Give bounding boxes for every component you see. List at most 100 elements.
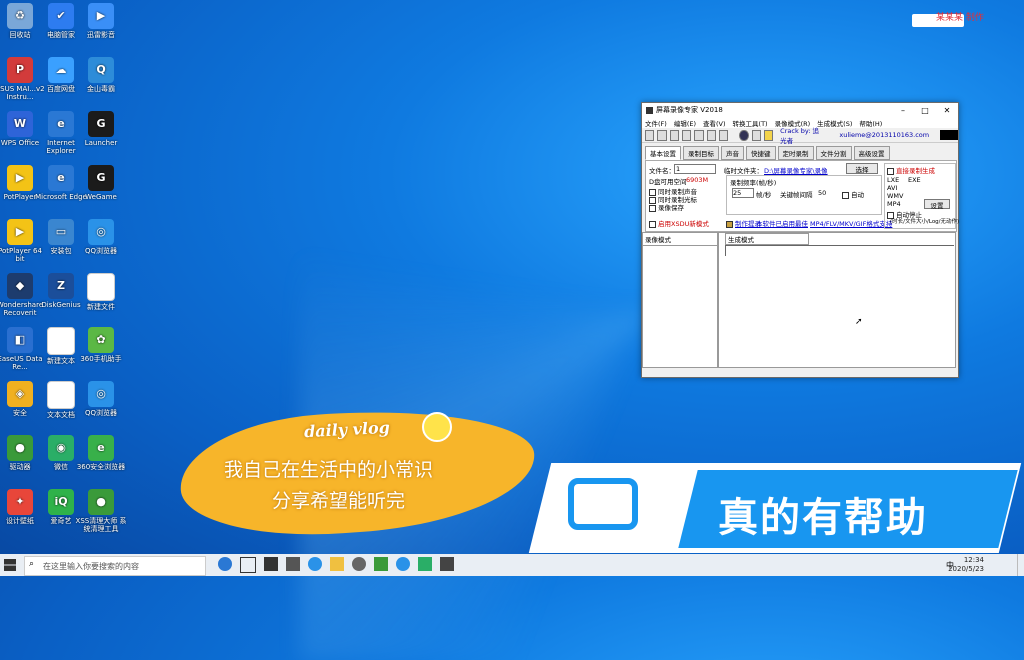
desktop-app-icon: Q	[88, 57, 114, 83]
desktop-app-icon: ●	[88, 489, 114, 515]
recorder-taskbar-icon[interactable]	[440, 557, 454, 571]
select-button[interactable]: 选择	[846, 163, 878, 174]
check-save[interactable]: 录像保存	[649, 202, 684, 212]
new-icon[interactable]	[645, 129, 655, 141]
show-desktop-button[interactable]	[1017, 554, 1024, 576]
menu-edit[interactable]: 编辑(E)	[674, 118, 696, 128]
radio-wmv[interactable]: WMV	[887, 192, 903, 200]
desktop-app-icon: ☁	[48, 57, 74, 83]
crack-label: Crack by: 追光者	[780, 127, 820, 145]
store-icon[interactable]	[264, 557, 278, 571]
desktop-app-icon: ◉	[48, 435, 74, 461]
taskbar-search[interactable]: ⌕ 在这里输入你要搜索的内容	[24, 556, 206, 576]
desktop-icon[interactable]: G Launcher	[75, 111, 127, 147]
format-link[interactable]: MP4/FLV/MKV/GIF格式支持	[810, 218, 892, 228]
tab-split[interactable]: 文件分割	[815, 146, 852, 160]
search-placeholder: 在这里输入你要搜索的内容	[43, 562, 139, 571]
title-bar[interactable]: 屏幕录像专家 V2018 – □ ✕	[642, 103, 958, 117]
folder-icon[interactable]	[706, 129, 716, 141]
wechat-taskbar-icon[interactable]	[418, 557, 432, 571]
generate-list[interactable]: 生成模式 ➚	[718, 232, 956, 368]
open-icon[interactable]	[657, 129, 667, 141]
desktop-app-icon: ✦	[7, 489, 33, 515]
edit-icon[interactable]	[718, 129, 729, 141]
lemon-icon	[422, 412, 452, 442]
desktop-icon[interactable]: Q 金山毒霸	[75, 57, 127, 93]
radio-exe[interactable]: EXE	[908, 176, 921, 184]
desktop-icon[interactable]: ● XSS清理大师 系统清理工具	[75, 489, 127, 533]
tmp-folder-label: 临时文件夹：	[724, 167, 763, 175]
desktop-app-icon: ◎	[88, 219, 114, 245]
desktop-app-icon: Z	[48, 273, 74, 299]
record-list[interactable]: 录像模式	[642, 232, 718, 368]
desktop-icon[interactable]: ◎ QQ浏览器	[75, 219, 127, 255]
clock[interactable]: 12:34 2020/5/23	[948, 556, 984, 574]
desktop-icon[interactable]: e 360安全浏览器	[75, 435, 127, 471]
desktop-icon-label: 360手机助手	[80, 355, 122, 363]
start-button[interactable]	[4, 559, 16, 571]
clock-date: 2020/5/23	[948, 565, 984, 573]
menu-generate-mode[interactable]: 生成模式(S)	[817, 118, 852, 128]
desktop-icon[interactable]: ✿ 360手机助手	[75, 327, 127, 363]
tmp-folder-value[interactable]: D:\屏幕录像专家\录像	[764, 165, 828, 175]
settings-taskbar-icon[interactable]	[352, 557, 366, 571]
desktop-icon[interactable]: ◎ QQ浏览器	[75, 381, 127, 417]
radio-lxe[interactable]: LXE	[887, 176, 899, 184]
desktop-app-icon: ◧	[7, 327, 33, 353]
bilibili-tv-icon	[568, 478, 638, 530]
minimize-button[interactable]: –	[892, 106, 914, 115]
desktop-icon[interactable]: 新建文件	[75, 273, 127, 311]
record-icon[interactable]	[681, 129, 692, 141]
frame-input[interactable]: 25	[732, 188, 754, 198]
menu-help[interactable]: 帮助(H)	[859, 118, 882, 128]
window-title: 屏幕录像专家 V2018	[656, 106, 723, 114]
frame-value: 25	[733, 189, 742, 197]
check-auto[interactable]: 自动	[842, 189, 864, 199]
check-new-mode[interactable]: 启用XSDU新模式	[649, 218, 709, 228]
menu-tools[interactable]: 转换工具(T)	[733, 118, 768, 128]
check-direct-record[interactable]: 直接录制生成	[887, 165, 935, 175]
desktop-app-icon: ▭	[48, 219, 74, 245]
frame-label: 录制频率(帧/秒)	[730, 179, 777, 187]
maximize-button[interactable]: □	[914, 106, 936, 115]
tab-basic[interactable]: 基本设置	[645, 146, 681, 160]
desktop-app-icon: ◆	[7, 273, 33, 299]
radio-avi[interactable]: AVI	[887, 184, 897, 192]
desktop-icon[interactable]: G WeGame	[75, 165, 127, 201]
desktop-icon[interactable]: ▶ 迅雷影音	[75, 3, 127, 39]
stop-icon[interactable]	[694, 129, 704, 141]
mail-icon[interactable]	[286, 557, 300, 571]
tab-target[interactable]: 录制目标	[683, 146, 719, 160]
taskbar: ⌕ 在这里输入你要搜索的内容 中 12:34 2020/5/23	[0, 554, 1024, 576]
360-icon[interactable]	[374, 557, 388, 571]
tab-advanced[interactable]: 高级设置	[853, 146, 890, 160]
filename-input[interactable]: 1	[674, 164, 716, 174]
tab-timer[interactable]: 定时录制	[777, 146, 814, 160]
settings-button[interactable]: 设置	[924, 199, 950, 210]
desktop-icon-label: 新建文件	[87, 303, 115, 311]
explorer-icon[interactable]	[330, 557, 344, 571]
task-view-icon[interactable]	[240, 557, 256, 573]
qq-browser-icon[interactable]	[396, 557, 410, 571]
desktop-app-icon: ●	[7, 435, 33, 461]
close-button[interactable]: ✕	[936, 106, 958, 115]
watermark-text: 某某某 制作	[936, 13, 984, 23]
tip-link[interactable]: 本软件已启用最佳	[756, 218, 808, 228]
keyframe-value: 50	[818, 189, 827, 197]
tab-sound[interactable]: 声音	[721, 146, 744, 160]
menu-view[interactable]: 查看(V)	[703, 118, 726, 128]
desktop-app-icon: e	[88, 435, 114, 461]
tab-hotkey[interactable]: 快捷键	[746, 146, 776, 160]
settings-icon[interactable]	[751, 129, 761, 141]
save-icon[interactable]	[669, 129, 679, 141]
menu-file[interactable]: 文件(F)	[645, 118, 667, 128]
generate-list-header: 生成模式	[725, 233, 809, 245]
radio-mp4[interactable]: MP4	[887, 200, 901, 208]
edge-taskbar-icon[interactable]	[218, 557, 232, 571]
desktop-app-icon: G	[88, 165, 114, 191]
help-icon[interactable]	[763, 129, 774, 141]
browser-taskbar-icon[interactable]	[308, 557, 322, 571]
globe-icon[interactable]	[739, 129, 749, 141]
desktop-app-icon: W	[7, 111, 33, 137]
taskbar-pinned-apps	[218, 557, 454, 573]
